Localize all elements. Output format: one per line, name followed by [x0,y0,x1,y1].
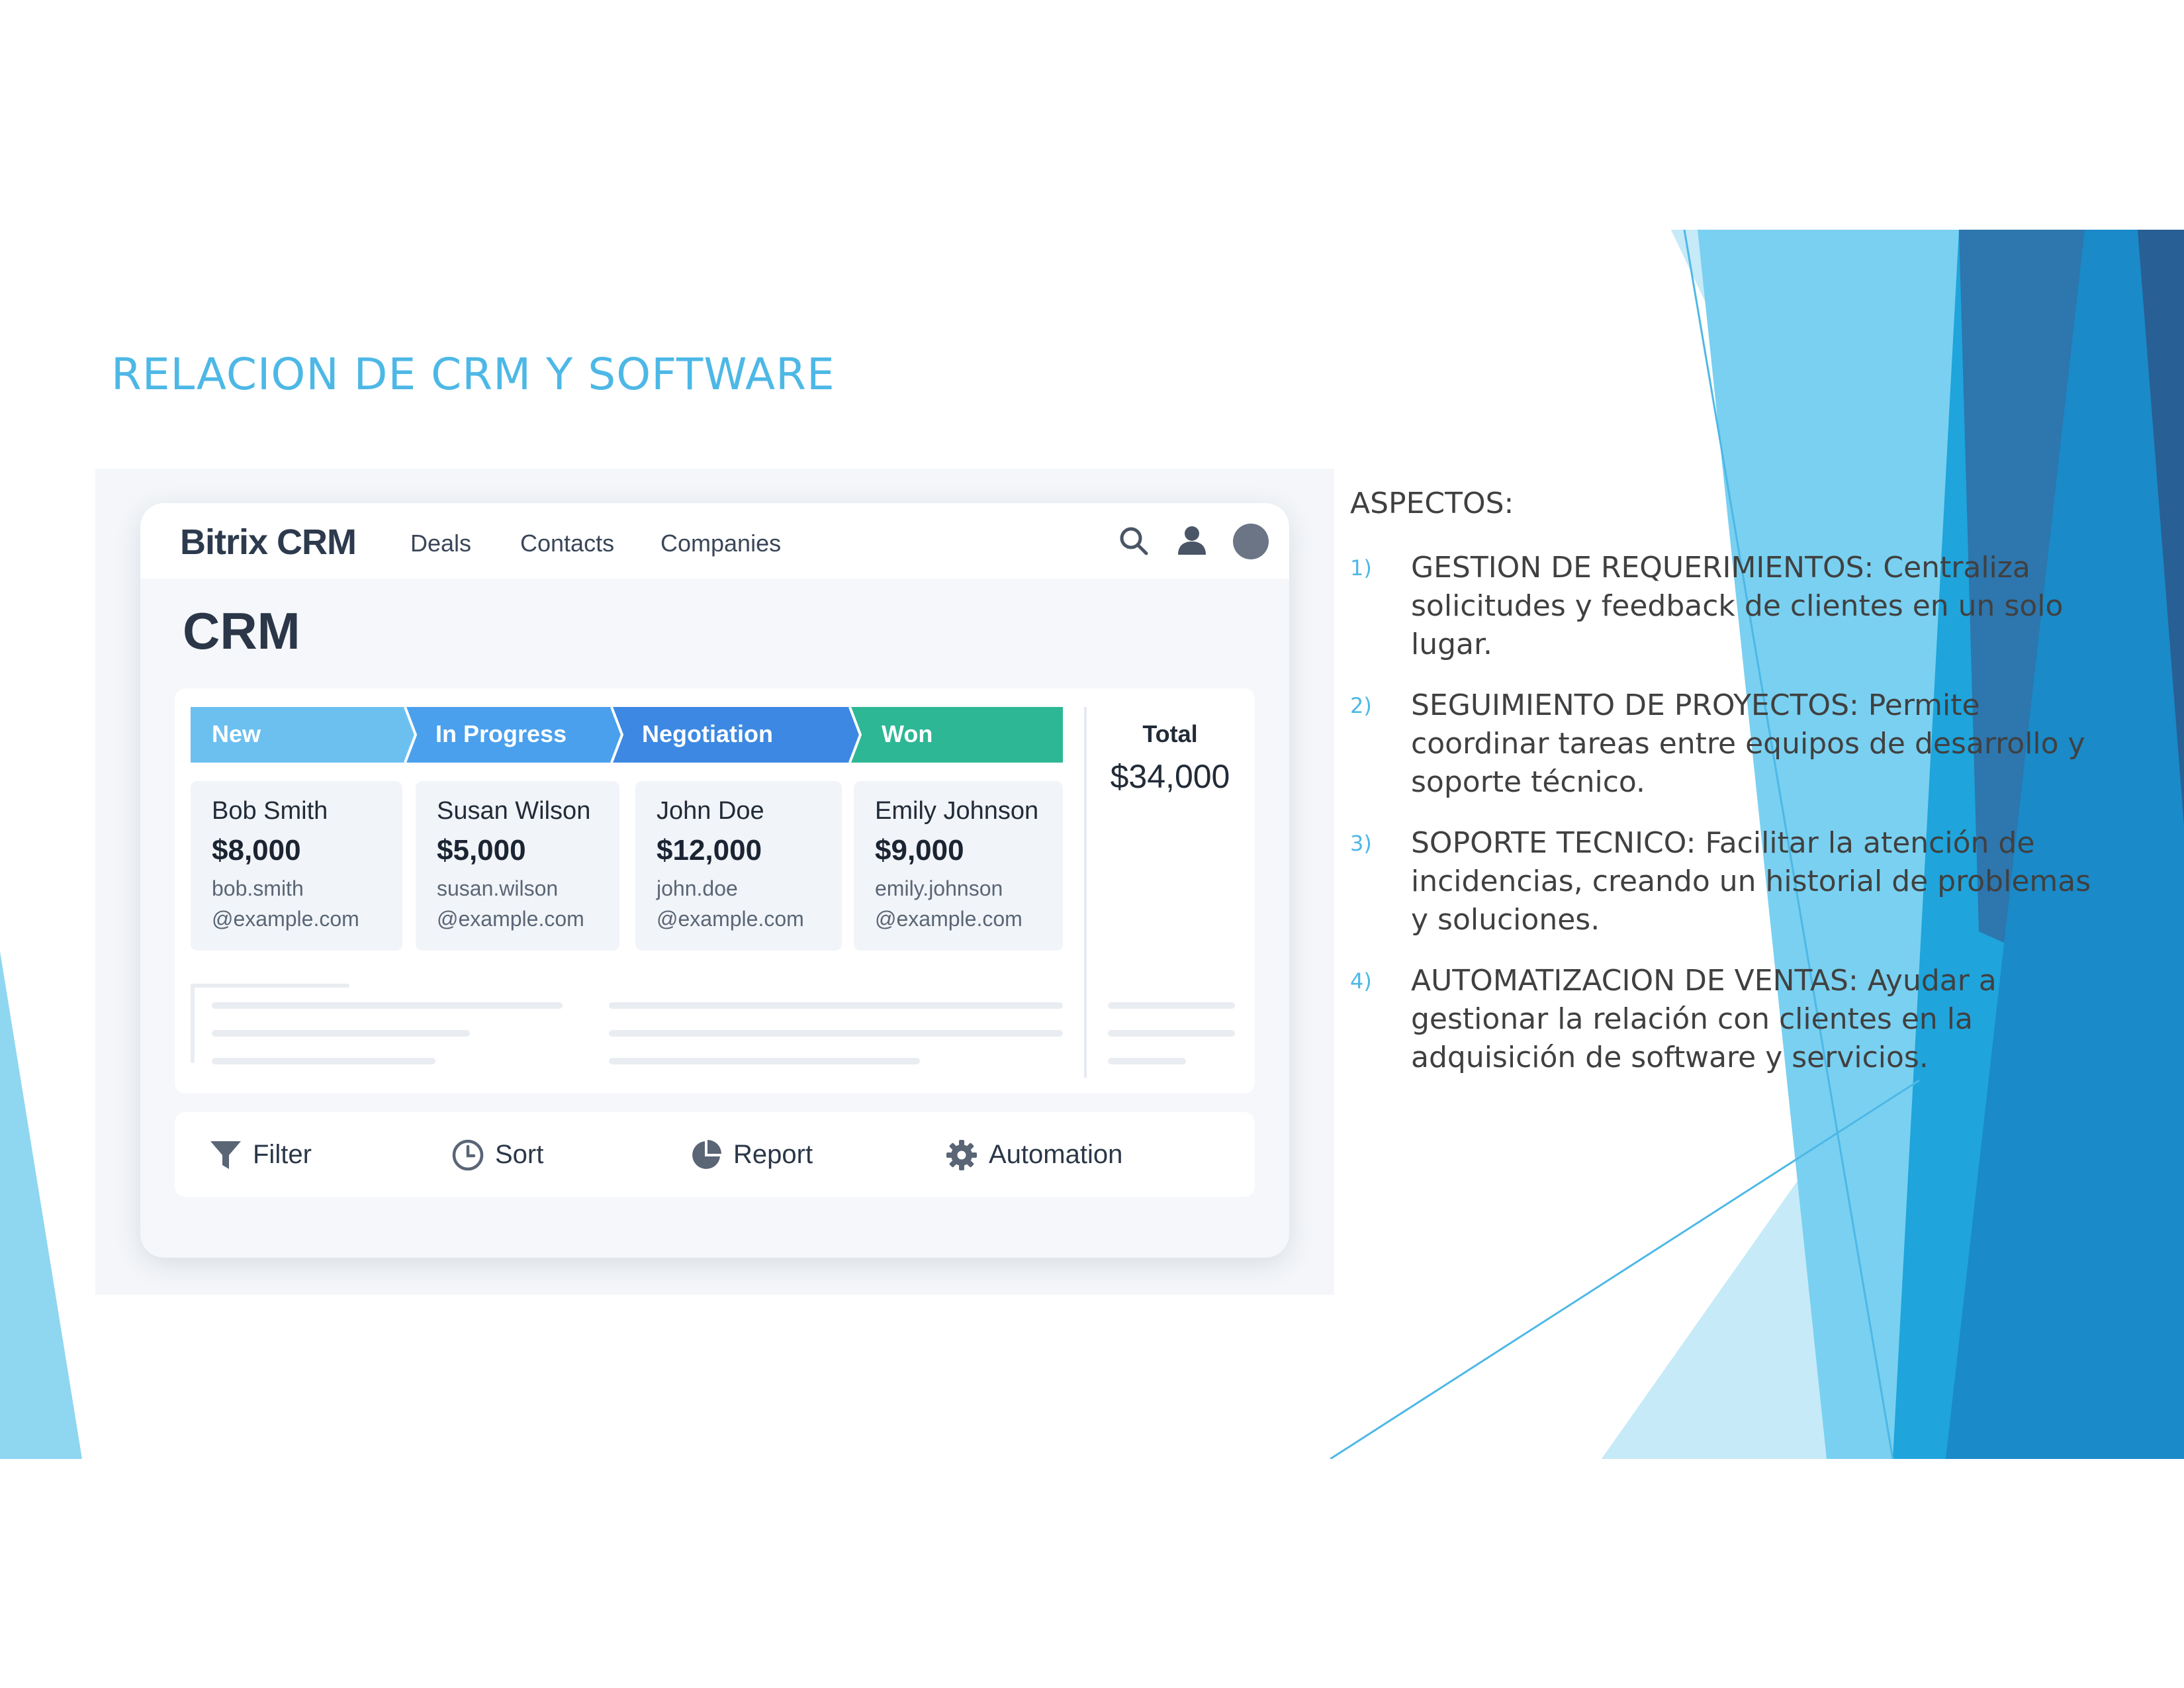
deal-name: Susan Wilson [437,797,591,825]
skeleton-line [1108,1058,1186,1064]
skeleton-line [609,1030,1063,1037]
skeleton-line [212,1058,435,1064]
slide-title: RELACION DE CRM Y SOFTWARE [111,349,835,400]
aspects-heading: ASPECTOS: [1350,487,1514,520]
skeleton-line [191,984,195,1063]
nav-deals[interactable]: Deals [410,530,471,557]
skeleton-line [212,1002,563,1009]
list-text: SEGUIMIENTO DE PROYECTOS: Permite coordi… [1411,688,2085,799]
left-accent-shape [0,951,82,1459]
filter-label: Filter [253,1140,312,1169]
list-number: 4) [1350,968,1372,994]
list-text: AUTOMATIZACION DE VENTAS: Ayudar a gesti… [1411,964,1997,1074]
deal-email: bob.smith [212,876,304,900]
deal-card[interactable]: Emily Johnson $9,000 emily.johnson @exam… [854,781,1063,951]
avatar[interactable] [1232,523,1269,560]
skeleton-line [1108,1030,1235,1037]
stage-label-new: New [212,720,261,747]
nav-companies[interactable]: Companies [660,530,781,557]
sort-label: Sort [495,1140,544,1169]
deal-email: susan.wilson [437,876,559,900]
skeleton-line [191,984,349,988]
deal-card[interactable]: Bob Smith $8,000 bob.smith @example.com [191,781,402,951]
total-value: $34,000 [1110,758,1230,795]
list-text: GESTION DE REQUERIMIENTOS: Centraliza so… [1411,551,2064,661]
report-label: Report [733,1140,813,1169]
brand-logo: Bitrix CRM [180,522,357,562]
deal-email-domain: @example.com [657,907,804,931]
filter-icon [210,1141,241,1169]
deal-card[interactable]: Susan Wilson $5,000 susan.wilson @exampl… [416,781,619,951]
skeleton-line [212,1030,470,1037]
automation-label: Automation [989,1140,1123,1169]
stage-label-negotiation: Negotiation [642,720,773,747]
deal-name: Emily Johnson [875,797,1039,825]
skeleton-line [609,1058,920,1064]
deal-amount: $9,000 [875,834,964,867]
top-bar: Bitrix CRM Deals Contacts Companies [140,503,1289,579]
user-icon[interactable] [1174,523,1210,559]
bottom-toolbar: Filter Sort Report Automation [175,1112,1255,1197]
clock-icon [452,1139,484,1171]
skeleton-line [609,1002,1063,1009]
deal-card[interactable]: John Doe $12,000 john.doe @example.com [635,781,842,951]
deal-amount: $8,000 [212,834,301,867]
pie-chart-icon [692,1140,721,1169]
nav-contacts[interactable]: Contacts [520,530,614,557]
slide: RELACION DE CRM Y SOFTWARE Bitrix CRM De… [0,230,2184,1459]
gear-icon [946,1140,977,1170]
total-divider [1084,707,1087,1078]
crm-screenshot: Bitrix CRM Deals Contacts Companies CRM [95,469,1334,1295]
deal-name: Bob Smith [212,797,328,825]
skeleton-line [1108,1002,1235,1009]
list-number: 2) [1350,693,1372,718]
list-number: 1) [1350,555,1372,581]
deal-email-domain: @example.com [875,907,1023,931]
deal-amount: $12,000 [657,834,762,867]
total-label: Total [1142,720,1198,747]
stage-label-in-progress: In Progress [435,720,567,747]
deal-name: John Doe [657,797,764,825]
deal-email-domain: @example.com [437,907,584,931]
deal-board: New In Progress Negotiation Won Bob Smit… [175,688,1255,1094]
search-icon[interactable] [1116,523,1152,559]
crm-window: Bitrix CRM Deals Contacts Companies CRM [140,503,1289,1258]
list-text: SOPORTE TECNICO: Facilitar la atención d… [1411,826,2091,937]
stage-label-won: Won [882,720,933,747]
deal-email-domain: @example.com [212,907,359,931]
deal-amount: $5,000 [437,834,526,867]
deal-email: john.doe [657,876,738,900]
deal-email: emily.johnson [875,876,1003,900]
page-title: CRM [183,602,300,660]
list-number: 3) [1350,831,1372,856]
